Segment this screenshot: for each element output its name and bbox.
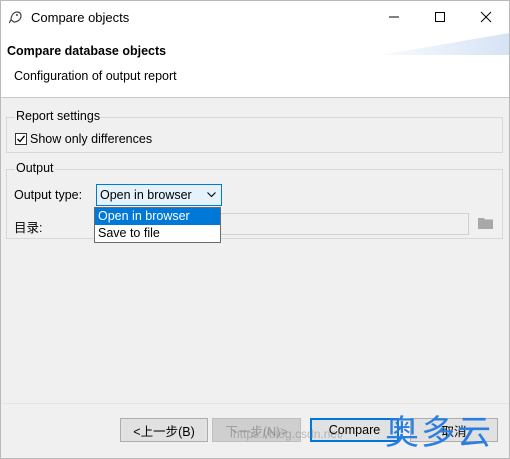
output-label: Output — [15, 161, 55, 175]
minimize-icon — [389, 16, 399, 18]
bottom-separator — [1, 403, 509, 404]
banner-decoration — [381, 33, 509, 55]
close-button[interactable] — [463, 1, 509, 33]
show-only-differences-label: Show only differences — [30, 132, 153, 146]
maximize-button[interactable] — [417, 1, 463, 33]
output-type-dropdown-list: Open in browser Save to file — [94, 207, 221, 243]
report-settings-group: Report settings Show only differences — [6, 109, 503, 153]
output-type-label: Output type: — [14, 188, 83, 202]
directory-label: 目录: — [14, 221, 43, 235]
minimize-button[interactable] — [371, 1, 417, 33]
output-type-select[interactable]: Open in browser — [96, 184, 222, 206]
page-subtitle: Configuration of output report — [14, 69, 177, 83]
show-only-differences-checkbox[interactable] — [15, 133, 27, 145]
folder-icon[interactable] — [478, 217, 493, 229]
output-type-selected-value: Open in browser — [100, 188, 192, 202]
title-bar: Compare objects — [1, 1, 509, 33]
maximize-icon — [435, 12, 445, 22]
show-only-differences-row[interactable]: Show only differences — [15, 132, 152, 146]
brand-logo: 奥多云 — [385, 413, 493, 453]
dropdown-option-save-to-file[interactable]: Save to file — [95, 225, 220, 242]
close-icon — [480, 11, 492, 23]
output-group: Output Output type: Open in browser 目录: — [6, 161, 503, 239]
chevron-down-icon — [207, 192, 216, 198]
dropdown-option-open-in-browser[interactable]: Open in browser — [95, 208, 220, 225]
window-title: Compare objects — [31, 10, 130, 25]
url-watermark: https://blog.csdn.net/ — [233, 427, 344, 441]
back-button[interactable]: <上一步(B) — [120, 418, 208, 442]
dbeaver-app-icon — [9, 11, 22, 24]
report-settings-label: Report settings — [15, 109, 102, 123]
compare-objects-dialog: Compare objects Compare database objects… — [0, 0, 510, 459]
checkmark-icon — [17, 135, 26, 143]
header-banner: Compare database objects Configuration o… — [1, 33, 509, 98]
page-title: Compare database objects — [7, 44, 167, 58]
